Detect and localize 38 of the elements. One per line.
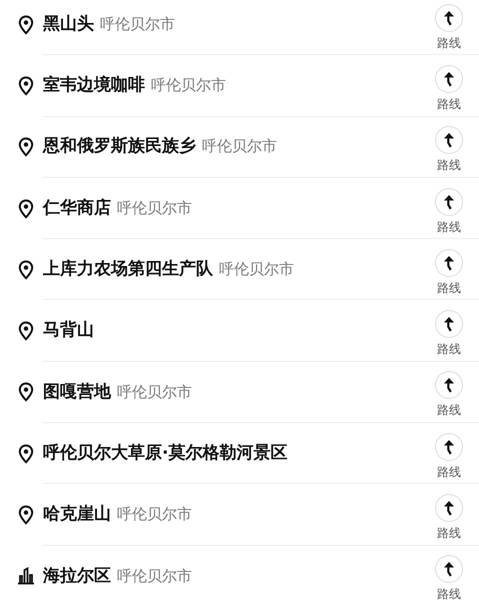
location-pin-icon [18,14,34,35]
route-button[interactable]: 路线 [431,494,467,542]
route-button[interactable]: 路线 [431,248,467,297]
city-label: 呼伦贝尔市 [117,566,192,587]
place-name: 黑山头 [43,12,94,36]
place-name: 呼伦贝尔大草原·莫尔格勒河景区 [43,442,288,465]
place-name: 室韦边境咖啡 [43,74,145,98]
city-label: 呼伦贝尔市 [151,75,226,96]
city-label: 呼伦贝尔市 [219,259,294,280]
city-label: 呼伦贝尔市 [117,382,192,403]
place-name: 上库力农场第四生产队 [43,258,213,282]
city-label: 呼伦贝尔市 [117,504,192,526]
location-pin-icon [18,260,34,280]
location-pin-icon [18,198,34,219]
location-pin-icon [18,382,34,402]
route-button[interactable]: 路线 [431,188,467,236]
route-button[interactable]: 路线 [431,126,467,174]
location-pin-icon [18,137,34,158]
place-name: 图嘎营地 [43,380,111,404]
route-button[interactable]: 路线 [431,371,467,420]
location-pin-icon [18,505,34,526]
location-pin-icon [18,76,34,96]
location-pin-icon [18,444,34,464]
city-label: 呼伦贝尔市 [117,198,192,219]
place-name: 马背山 [43,319,94,342]
route-button[interactable]: 路线 [431,310,467,358]
location-pin-icon [18,321,34,342]
route-button[interactable]: 路线 [431,64,467,113]
place-name: 哈克崖山 [43,503,111,526]
building-icon [17,567,35,586]
place-name: 恩和俄罗斯族民族乡 [43,135,196,158]
city-label: 呼伦贝尔市 [202,136,277,158]
route-button[interactable]: 路线 [431,555,467,601]
city-label: 呼伦贝尔市 [100,14,175,35]
place-name: 仁华商店 [43,196,111,220]
place-name: 海拉尔区 [43,564,111,588]
route-button[interactable]: 路线 [431,432,467,481]
route-button[interactable]: 路线 [431,4,467,52]
